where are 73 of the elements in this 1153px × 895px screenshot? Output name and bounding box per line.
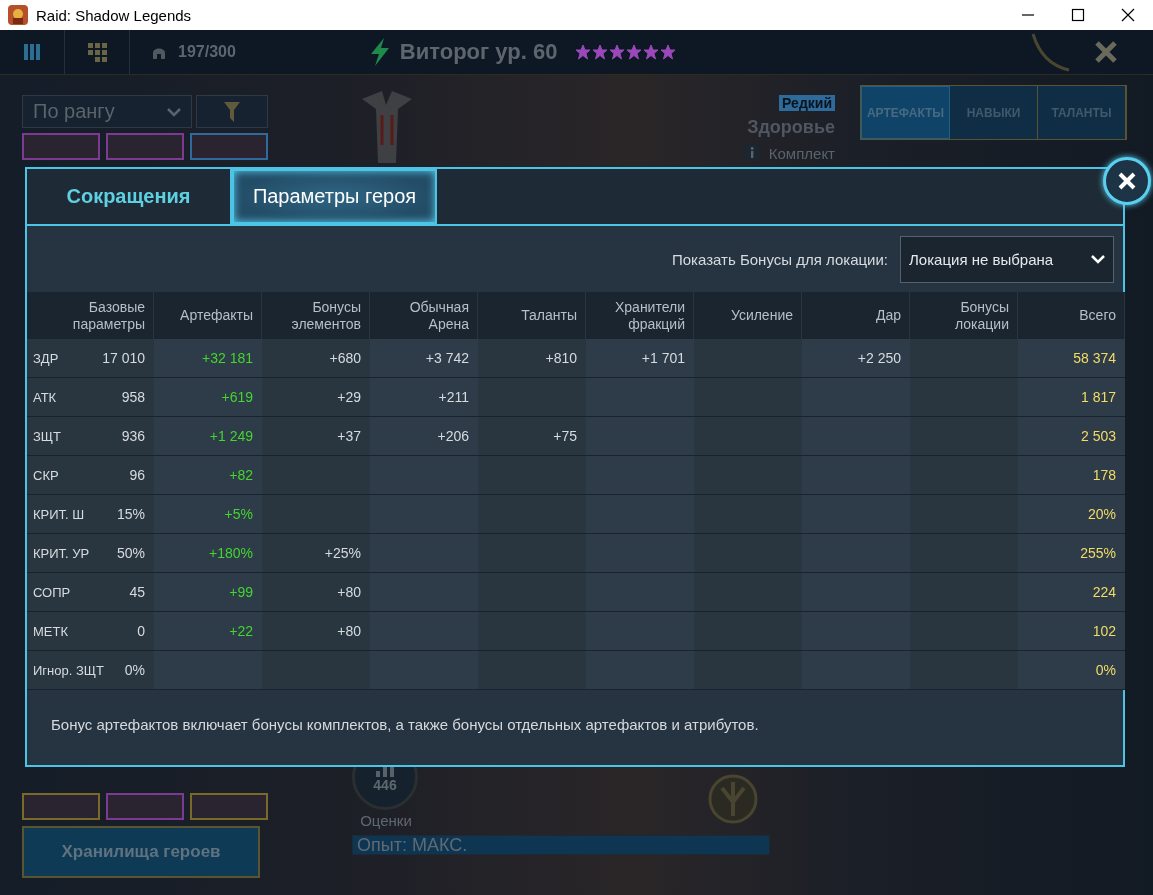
corner-ornament [1031, 32, 1071, 72]
table-cell: 102 [1018, 612, 1125, 651]
table-cell: +211 [370, 378, 478, 417]
stat-focus-label: Здоровье [747, 117, 835, 138]
table-cell: +206 [370, 417, 478, 456]
rating-value: 446 [373, 777, 397, 793]
table-cell: +180% [154, 534, 262, 573]
table-cell: +22 [154, 612, 262, 651]
star-icon [626, 44, 643, 60]
column-header: Артефакты [154, 292, 262, 339]
hero-name: Виторог ур. 60 [399, 39, 558, 65]
set-label: Комплект [768, 144, 835, 162]
table-cell: +1 249 [154, 417, 262, 456]
dialog-tab[interactable]: Параметры героя [232, 169, 437, 224]
close-icon [1121, 8, 1135, 22]
table-cell: 255% [1018, 534, 1125, 573]
table-cell: 0% [1018, 651, 1125, 690]
star-icon [660, 44, 677, 60]
window-title: Raid: Shadow Legends [36, 6, 192, 24]
column-header: Таланты [478, 292, 586, 339]
hero-card-placeholder[interactable] [106, 133, 184, 160]
table-cell: +619 [154, 378, 262, 417]
location-label: Показать Бонусы для локации: [672, 250, 888, 268]
hero-card-placeholder[interactable] [190, 133, 268, 160]
column-header: Дар [802, 292, 910, 339]
column-header: Бонусы локации [910, 292, 1018, 339]
app-icon [8, 5, 28, 25]
close-icon [1117, 171, 1137, 191]
emblem-icon[interactable] [708, 774, 758, 824]
rarity-badge: Редкий [779, 95, 835, 111]
table-cell: 2 503 [1018, 417, 1125, 456]
hero-card-placeholder[interactable] [190, 793, 268, 820]
hero-vault-button[interactable]: Хранилища героев [22, 826, 260, 878]
column-header: Обычная Арена [370, 292, 478, 339]
bars-icon [22, 42, 42, 62]
hero-card-placeholder[interactable] [22, 133, 100, 160]
table-cell: +32 181 [154, 339, 262, 378]
table-cell: +3 742 [370, 339, 478, 378]
grid-icon [87, 42, 107, 62]
location-dropdown[interactable]: Локация не выбрана [900, 235, 1114, 283]
table-cell: +5% [154, 495, 262, 534]
footnote: Бонус артефактов включает бонусы комплектов, а также бонусы отдельных артефактов и атрибутов. [50, 715, 760, 733]
filter-button[interactable] [196, 95, 268, 128]
table-cell: +1 701 [586, 339, 694, 378]
column-header: Хранители фракций [586, 292, 694, 339]
funnel-icon [223, 100, 241, 123]
table-cell: +2 250 [802, 339, 910, 378]
maximize-icon [1071, 8, 1085, 22]
table-cell: 178 [1018, 456, 1125, 495]
star-icon [592, 44, 609, 60]
close-icon[interactable] [1095, 41, 1117, 63]
table-cell: +82 [154, 456, 262, 495]
column-header: Всего [1018, 292, 1125, 339]
column-header: Усиление [694, 292, 802, 339]
column-header: Базовые параметры [27, 292, 154, 339]
chevron-down-icon [1091, 254, 1105, 264]
column-header: Бонусы элементов [262, 292, 370, 339]
table-cell: +99 [154, 573, 262, 612]
hero-card-placeholder[interactable] [106, 793, 184, 820]
star-icon [609, 44, 626, 60]
table-cell: 58 374 [1018, 339, 1125, 378]
hero-count: 197/300 [178, 43, 236, 61]
experience-bar: Опыт: МАКС. [352, 835, 770, 855]
sort-dropdown[interactable]: По рангу [22, 95, 192, 128]
star-icon [575, 44, 592, 60]
table-cell: 224 [1018, 573, 1125, 612]
info-icon[interactable] [742, 144, 761, 162]
table-cell: 1 817 [1018, 378, 1125, 417]
star-icon [643, 44, 660, 60]
hero-card-placeholder[interactable] [22, 793, 100, 820]
chevron-down-icon [167, 106, 181, 117]
table-cell: 20% [1018, 495, 1125, 534]
rating-label: Оценки [360, 812, 412, 829]
